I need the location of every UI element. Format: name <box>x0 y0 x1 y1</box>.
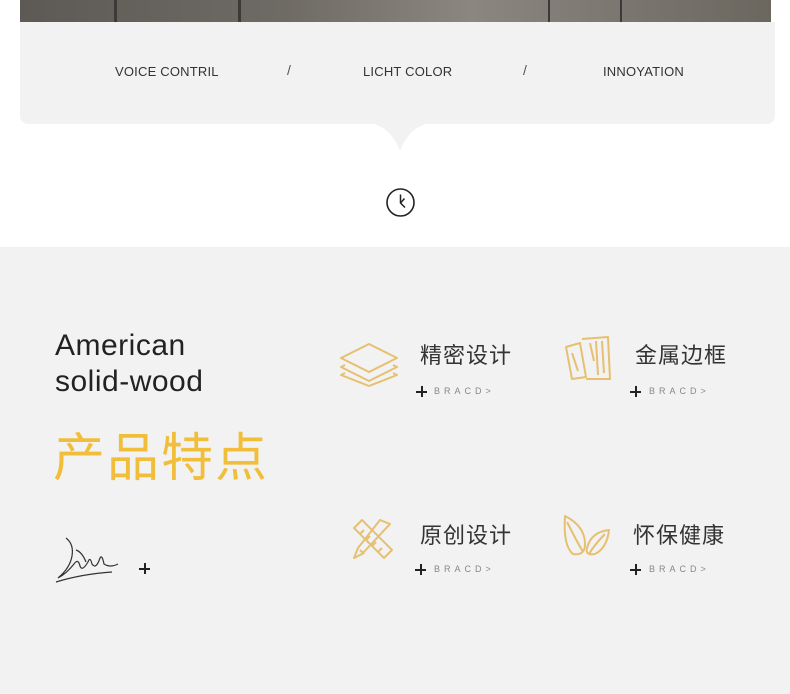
plus-icon[interactable] <box>416 386 427 397</box>
feature-light-color: LICHT COLOR <box>363 64 453 79</box>
subtitle-american-solid-wood: American solid-wood <box>55 328 203 400</box>
top-section: VOICE CONTRIL / LICHT COLOR / INNOYATION <box>0 0 790 247</box>
chair-leg <box>548 0 550 22</box>
feature-innovation: INNOYATION <box>603 64 684 79</box>
chair-leg <box>238 0 241 22</box>
signature-icon <box>55 537 119 583</box>
item-title-precision-design: 精密设计 <box>420 344 513 369</box>
wood-panel-icon <box>565 336 611 380</box>
layers-icon <box>340 343 398 387</box>
plus-icon[interactable] <box>139 563 150 574</box>
plus-icon[interactable] <box>630 564 641 575</box>
chair-leg <box>114 0 117 22</box>
feature-voice-control: VOICE CONTRIL <box>115 64 219 79</box>
item-link-bracd[interactable]: BRACD> <box>649 564 710 574</box>
leaves-icon <box>563 515 610 556</box>
feature-separator: / <box>287 62 291 78</box>
item-title-metal-frame: 金属边框 <box>635 344 728 369</box>
plus-icon[interactable] <box>415 564 426 575</box>
pencil-ruler-icon <box>353 519 393 559</box>
product-photo-strip <box>20 0 771 22</box>
subtitle-line-1: American <box>55 329 186 362</box>
item-title-health: 怀保健康 <box>633 524 726 549</box>
feature-separator: / <box>523 62 527 78</box>
page-title: 产品特点 <box>53 429 270 489</box>
subtitle-line-2: solid-wood <box>55 365 204 398</box>
chair-leg <box>620 0 622 22</box>
pointer-notch <box>368 123 432 151</box>
plus-icon[interactable] <box>630 386 641 397</box>
item-link-bracd[interactable]: BRACD> <box>649 386 710 396</box>
clock-icon <box>386 188 415 217</box>
item-link-bracd[interactable]: BRACD> <box>434 564 495 574</box>
item-title-original-design: 原创设计 <box>420 524 513 549</box>
item-link-bracd[interactable]: BRACD> <box>434 386 495 396</box>
